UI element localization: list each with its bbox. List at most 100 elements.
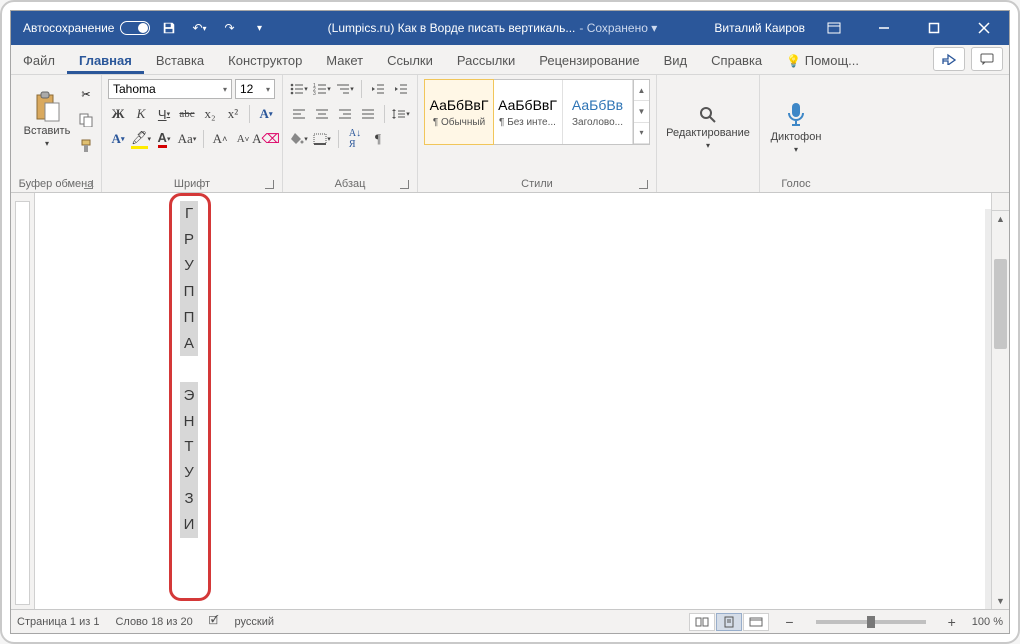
strike-button[interactable]: abc [177,104,197,124]
borders-button[interactable]: ▾ [312,129,332,149]
scroll-up-icon[interactable]: ▲ [992,211,1009,227]
styles-scroll[interactable]: ▲▼▾ [633,80,649,144]
clipboard-launcher[interactable] [84,180,93,189]
status-words[interactable]: Слово 18 из 20 [115,616,192,628]
multilevel-button[interactable]: ▾ [335,79,355,99]
tab-layout[interactable]: Макет [314,47,375,74]
tab-references[interactable]: Ссылки [375,47,445,74]
highlight-button[interactable]: 🖊▾ [131,129,151,149]
sort-button[interactable]: A↓Я [345,129,365,149]
justify-button[interactable] [358,104,378,124]
line-spacing-button[interactable]: ▾ [391,104,411,124]
tab-design[interactable]: Конструктор [216,47,314,74]
font-name-select[interactable]: Tahoma▾ [108,79,232,99]
align-left-button[interactable] [289,104,309,124]
ribbon-tabs: Файл Главная Вставка Конструктор Макет С… [11,45,1009,75]
save-icon[interactable] [158,17,180,39]
autosave-toggle[interactable] [120,21,150,35]
tab-mailings[interactable]: Рассылки [445,47,527,74]
paste-button[interactable]: Вставить▾ [17,79,77,159]
zoom-level[interactable]: 100 % [972,616,1003,628]
bullets-button[interactable]: ▾ [289,79,309,99]
save-status[interactable]: - Сохранено ▾ [579,21,657,35]
clipboard-group-label: Буфер обмена [19,178,94,190]
align-center-button[interactable] [312,104,332,124]
status-proofing-icon[interactable]: 🗹 [209,612,219,631]
copy-icon[interactable] [77,111,95,129]
font-color-outline-button[interactable]: A▾ [108,129,128,149]
scroll-thumb[interactable] [994,259,1007,349]
view-web-icon[interactable] [743,613,769,631]
svg-text:3: 3 [313,91,316,95]
tab-insert[interactable]: Вставка [144,47,216,74]
subscript-button[interactable]: x₂ [200,104,220,124]
format-painter-icon[interactable] [77,137,95,155]
clear-format-button[interactable]: A⌫ [256,129,276,149]
style-heading1[interactable]: АаБбВвЗаголово... [563,80,633,144]
font-group-label: Шрифт [174,178,210,190]
zoom-slider[interactable] [816,620,926,624]
zoom-out-icon[interactable]: − [785,614,793,630]
superscript-button[interactable]: x² [223,104,243,124]
tab-file[interactable]: Файл [11,47,67,74]
shading-button[interactable]: ▾ [289,129,309,149]
comments-button[interactable] [971,47,1003,71]
char: Э [180,382,198,408]
decrease-indent-button[interactable] [368,79,388,99]
minimize-icon[interactable] [863,11,905,45]
increase-indent-button[interactable] [391,79,411,99]
vertical-ruler[interactable] [11,193,35,609]
char: У [180,253,198,279]
ribbon-options-icon[interactable] [813,11,855,45]
bold-button[interactable]: Ж [108,104,128,124]
view-read-icon[interactable] [689,613,715,631]
grow-font-button[interactable]: A˄ [210,129,230,149]
styles-launcher[interactable] [639,180,648,189]
qat-more-icon[interactable]: ▾ [248,17,270,39]
tab-home[interactable]: Главная [67,47,144,74]
paragraph-launcher[interactable] [400,180,409,189]
font-launcher[interactable] [265,180,274,189]
underline-button[interactable]: Ч▾ [154,104,174,124]
zoom-in-icon[interactable]: + [948,614,956,630]
vertical-scrollbar[interactable]: ▲ ▼ [991,211,1009,609]
redo-icon[interactable]: ↷ [218,17,240,39]
status-language[interactable]: русский [235,616,274,628]
tab-view[interactable]: Вид [652,47,700,74]
document-text[interactable]: Г Р У П П А Э Н Т У З И [180,201,198,538]
italic-button[interactable]: К [131,104,151,124]
status-page[interactable]: Страница 1 из 1 [17,616,99,628]
maximize-icon[interactable] [913,11,955,45]
close-icon[interactable] [963,11,1005,45]
tab-review[interactable]: Рецензирование [527,47,651,74]
scroll-corner [991,193,1009,211]
style-normal[interactable]: АаБбВвГ¶ Обычный [424,79,494,145]
undo-icon[interactable]: ↶▾ [188,17,210,39]
tab-search[interactable]: 💡 Помощ... [774,47,871,74]
paragraph-group-label: Абзац [335,178,366,190]
tab-help[interactable]: Справка [699,47,774,74]
group-voice: Диктофон▾ Голос [760,75,832,192]
shrink-font-button[interactable]: A˅ [233,129,253,149]
numbering-button[interactable]: 123▾ [312,79,332,99]
cut-icon[interactable]: ✂ [77,85,95,103]
voice-group-label: Голос [781,178,810,190]
ribbon: Вставить▾ ✂ Буфер обмена Tahoma▾ 12▾ Ж [11,75,1009,193]
font-color-button[interactable]: A▾ [154,129,174,149]
style-nospacing[interactable]: АаБбВвГ¶ Без инте... [493,80,563,144]
document-page[interactable]: Г Р У П П А Э Н Т У З И [35,193,991,609]
font-size-select[interactable]: 12▾ [235,79,275,99]
show-marks-button[interactable]: ¶ [368,129,388,149]
share-button[interactable] [933,47,965,71]
char [180,356,198,382]
char: З [180,486,198,512]
user-account[interactable]: Виталий Каиров [714,21,805,35]
title-bar: Автосохранение ↶▾ ↷ ▾ (Lumpics.ru) Как в… [11,11,1009,45]
text-effects-button[interactable]: A▾ [256,104,276,124]
scroll-down-icon[interactable]: ▼ [992,593,1009,609]
dictate-button[interactable]: Диктофон▾ [766,88,826,168]
view-print-icon[interactable] [716,613,742,631]
change-case-button[interactable]: Aa▾ [177,129,197,149]
align-right-button[interactable] [335,104,355,124]
editing-button[interactable]: Редактирование▾ [663,88,753,168]
